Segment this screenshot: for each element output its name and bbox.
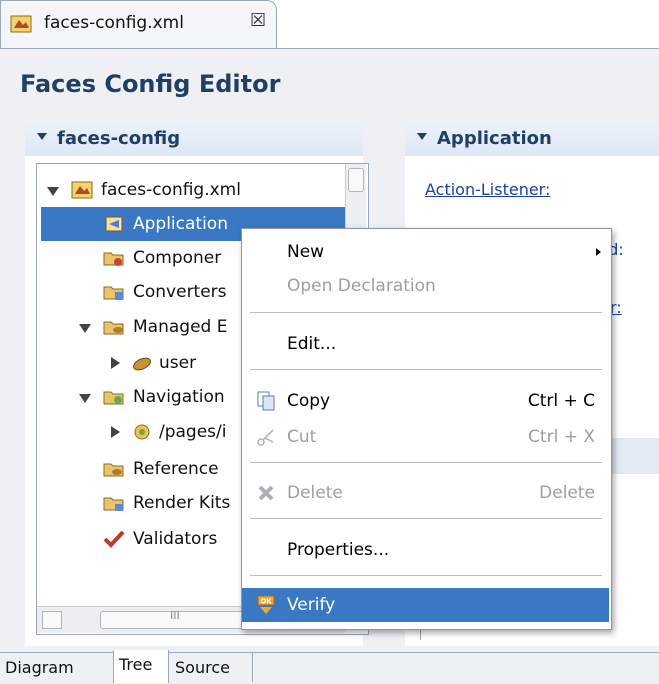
menu-item-shortcut: Ctrl + X bbox=[528, 427, 595, 447]
section-title: faces-config bbox=[57, 128, 181, 149]
menu-item-properties[interactable]: Properties... bbox=[242, 533, 609, 567]
menu-item-verify[interactable]: OK Verify bbox=[242, 588, 609, 622]
menu-separator bbox=[250, 462, 602, 463]
menu-item-label: Cut bbox=[287, 427, 317, 447]
tree-item-label: /pages/i bbox=[159, 422, 227, 442]
tree-item-label: Application bbox=[133, 214, 228, 234]
tree-item-label: user bbox=[159, 353, 197, 373]
menu-separator bbox=[250, 575, 602, 576]
vertical-scroll-thumb[interactable] bbox=[348, 168, 364, 192]
tab-label: Source bbox=[175, 658, 230, 677]
tree-item-label: Componer bbox=[133, 248, 222, 268]
components-folder-icon bbox=[103, 252, 124, 266]
menu-separator bbox=[250, 369, 602, 370]
validators-check-icon bbox=[103, 530, 125, 548]
menu-item-copy[interactable]: Copy Ctrl + C bbox=[242, 384, 609, 418]
menu-separator bbox=[250, 312, 602, 313]
section-title: Application bbox=[437, 128, 552, 149]
managed-beans-folder-icon bbox=[103, 321, 124, 335]
scroll-left-arrow-icon[interactable] bbox=[42, 611, 62, 629]
tab-diagram[interactable]: Diagram bbox=[0, 653, 112, 682]
tab-label: Tree bbox=[119, 655, 153, 674]
expanded-icon[interactable] bbox=[79, 394, 91, 403]
converters-folder-icon bbox=[103, 286, 124, 300]
collapse-triangle-icon[interactable] bbox=[37, 133, 47, 140]
page-title: Faces Config Editor bbox=[20, 70, 281, 98]
cut-icon bbox=[257, 429, 274, 446]
bean-icon bbox=[133, 357, 151, 371]
submenu-arrow-icon bbox=[596, 248, 601, 256]
application-icon bbox=[105, 216, 123, 232]
xml-file-icon bbox=[71, 181, 93, 199]
menu-item-label: Properties... bbox=[287, 540, 390, 560]
action-listener-link[interactable]: Action-Listener: bbox=[425, 180, 550, 199]
menu-item-label: Edit... bbox=[287, 334, 337, 354]
menu-item-label: Copy bbox=[287, 391, 331, 411]
collapsed-icon[interactable] bbox=[111, 357, 120, 369]
render-kits-folder-icon bbox=[103, 497, 124, 511]
application-section-header[interactable]: Application bbox=[405, 120, 659, 156]
tree-item-label: faces-config.xml bbox=[101, 180, 241, 200]
editor-tab-label: faces-config.xml bbox=[44, 13, 184, 33]
tab-source[interactable]: Source bbox=[170, 653, 253, 682]
menu-item-shortcut: Delete bbox=[539, 483, 595, 503]
referenced-beans-folder-icon bbox=[103, 463, 124, 477]
tree-item-label: Validators bbox=[133, 529, 218, 549]
tab-label: Diagram bbox=[5, 658, 74, 677]
menu-item-label: Verify bbox=[287, 595, 336, 615]
collapse-triangle-icon[interactable] bbox=[417, 133, 427, 140]
menu-item-label: Open Declaration bbox=[287, 276, 436, 296]
menu-item-shortcut: Ctrl + C bbox=[527, 391, 595, 411]
collapsed-icon[interactable] bbox=[111, 426, 120, 438]
expanded-icon[interactable] bbox=[79, 324, 91, 333]
scroll-grip: III bbox=[170, 609, 180, 622]
tree-item-label: Converters bbox=[133, 282, 227, 302]
tree-item-label: Render Kits bbox=[133, 493, 231, 513]
navigation-rule-icon bbox=[134, 424, 150, 440]
tab-tree[interactable]: Tree bbox=[113, 650, 169, 683]
menu-item-delete[interactable]: Delete Delete bbox=[242, 476, 609, 510]
menu-item-open-declaration[interactable]: Open Declaration bbox=[242, 269, 609, 303]
navigation-folder-icon bbox=[103, 391, 124, 405]
faces-config-file-icon bbox=[10, 15, 32, 33]
verify-badge-text: OK bbox=[260, 598, 272, 606]
menu-item-cut[interactable]: Cut Ctrl + X bbox=[242, 420, 609, 454]
tree-item-label: Managed E bbox=[133, 317, 228, 337]
tree-item-label: Reference bbox=[133, 459, 219, 479]
close-tab-icon[interactable]: ☒ bbox=[250, 10, 266, 31]
menu-item-edit[interactable]: Edit... bbox=[242, 327, 609, 361]
expanded-icon[interactable] bbox=[47, 187, 59, 196]
tree-item-root[interactable]: faces-config.xml bbox=[41, 173, 341, 207]
menu-separator bbox=[250, 518, 602, 519]
menu-item-label: Delete bbox=[287, 483, 343, 503]
menu-item-new[interactable]: New bbox=[242, 235, 609, 269]
delete-icon bbox=[258, 485, 274, 501]
tree-item-label: Navigation bbox=[133, 387, 225, 407]
menu-item-label: New bbox=[287, 242, 325, 262]
faces-config-section-header[interactable]: faces-config bbox=[25, 120, 363, 156]
copy-icon bbox=[257, 391, 275, 411]
verify-ok-icon: OK bbox=[257, 595, 275, 614]
